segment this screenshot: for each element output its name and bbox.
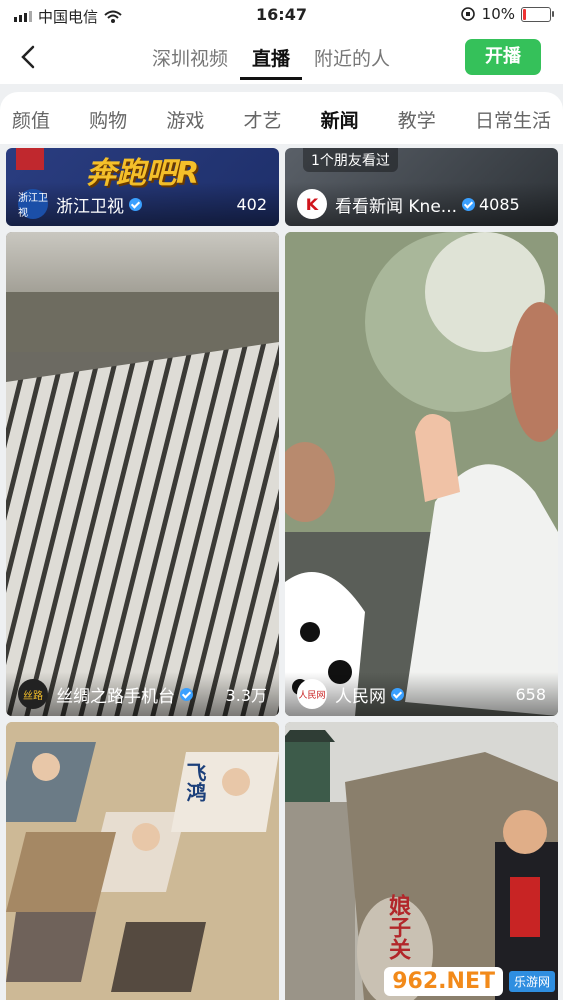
battery-icon <box>521 6 554 22</box>
go-live-button[interactable]: 开播 <box>465 39 541 75</box>
avatar: 浙江卫视 <box>18 189 48 219</box>
tab-live[interactable]: 直播 <box>240 40 303 80</box>
channel-name: 丝绸之路手机台 <box>56 686 175 707</box>
watermark-subtitle: 乐游网 <box>508 971 555 992</box>
heart-decoration <box>16 148 44 170</box>
category-teaching[interactable]: 教学 <box>398 106 436 133</box>
live-grid: 奔跑吧R 浙江卫视 浙江卫视 402 1个朋友看过 K 看看新闻 Kne... … <box>0 148 563 1000</box>
friend-tag: 1个朋友看过 <box>303 148 398 172</box>
category-shopping[interactable]: 购物 <box>89 106 127 133</box>
channel-name: 人民网 <box>335 686 386 707</box>
live-card-movie-poster[interactable]: 飞鸿 <box>6 722 279 1000</box>
battery-percent: 10% <box>481 5 515 23</box>
pass-landscape-image <box>285 722 558 1000</box>
viewer-count: 402 <box>236 194 267 214</box>
poster-title: 飞鸿 <box>183 762 207 802</box>
orientation-lock-icon <box>460 7 475 21</box>
movie-poster-image <box>6 722 279 1000</box>
top-tabs: 深圳视频 直播 附近的人 <box>140 40 402 80</box>
category-bar: 颜值 购物 游戏 才艺 新闻 教学 日常生活 <box>0 92 563 144</box>
verified-icon <box>462 197 475 211</box>
live-card-silk-road[interactable]: 丝路 丝绸之路手机台 3.3万 <box>6 232 279 716</box>
tab-shenzhen-video[interactable]: 深圳视频 <box>140 40 240 80</box>
verified-icon <box>391 687 404 701</box>
back-arrow-icon[interactable] <box>14 42 44 72</box>
avatar: 丝路 <box>18 679 48 709</box>
viewer-count: 3.3万 <box>225 686 267 705</box>
status-right: 10% <box>460 5 554 23</box>
category-daily-life[interactable]: 日常生活 <box>475 106 551 133</box>
channel-name: 看看新闻 Kne... <box>335 196 457 217</box>
outdoor-selfie-image <box>285 232 558 716</box>
live-card-niangziguan[interactable]: 娘子关 <box>285 722 558 1000</box>
verified-icon <box>180 687 193 701</box>
category-games[interactable]: 游戏 <box>166 106 204 133</box>
channel-name: 浙江卫视 <box>56 196 124 217</box>
category-news[interactable]: 新闻 <box>321 106 359 133</box>
category-talent[interactable]: 才艺 <box>243 106 281 133</box>
rock-inscription: 娘子关 <box>385 894 410 960</box>
status-bar: 中国电信 16:47 10% <box>0 0 563 30</box>
category-looks[interactable]: 颜值 <box>12 106 50 133</box>
viewer-count: 658 <box>515 684 546 704</box>
avatar: K <box>297 189 327 219</box>
viewer-count: 4085 <box>479 194 520 214</box>
tab-nearby[interactable]: 附近的人 <box>302 40 402 80</box>
verified-icon <box>129 197 142 211</box>
live-card-people-net[interactable]: 人民网 人民网 658 <box>285 232 558 716</box>
live-card-zhejiang[interactable]: 奔跑吧R 浙江卫视 浙江卫视 402 <box>6 148 279 226</box>
greenhouse-field-image <box>6 232 279 716</box>
watermark-logo: 962.NET <box>384 967 503 996</box>
top-nav: 深圳视频 直播 附近的人 开播 <box>0 30 563 84</box>
site-watermark: 962.NET 乐游网 <box>384 967 555 996</box>
avatar: 人民网 <box>297 679 327 709</box>
live-card-kankan-news[interactable]: 1个朋友看过 K 看看新闻 Kne... 4085 <box>285 148 558 226</box>
